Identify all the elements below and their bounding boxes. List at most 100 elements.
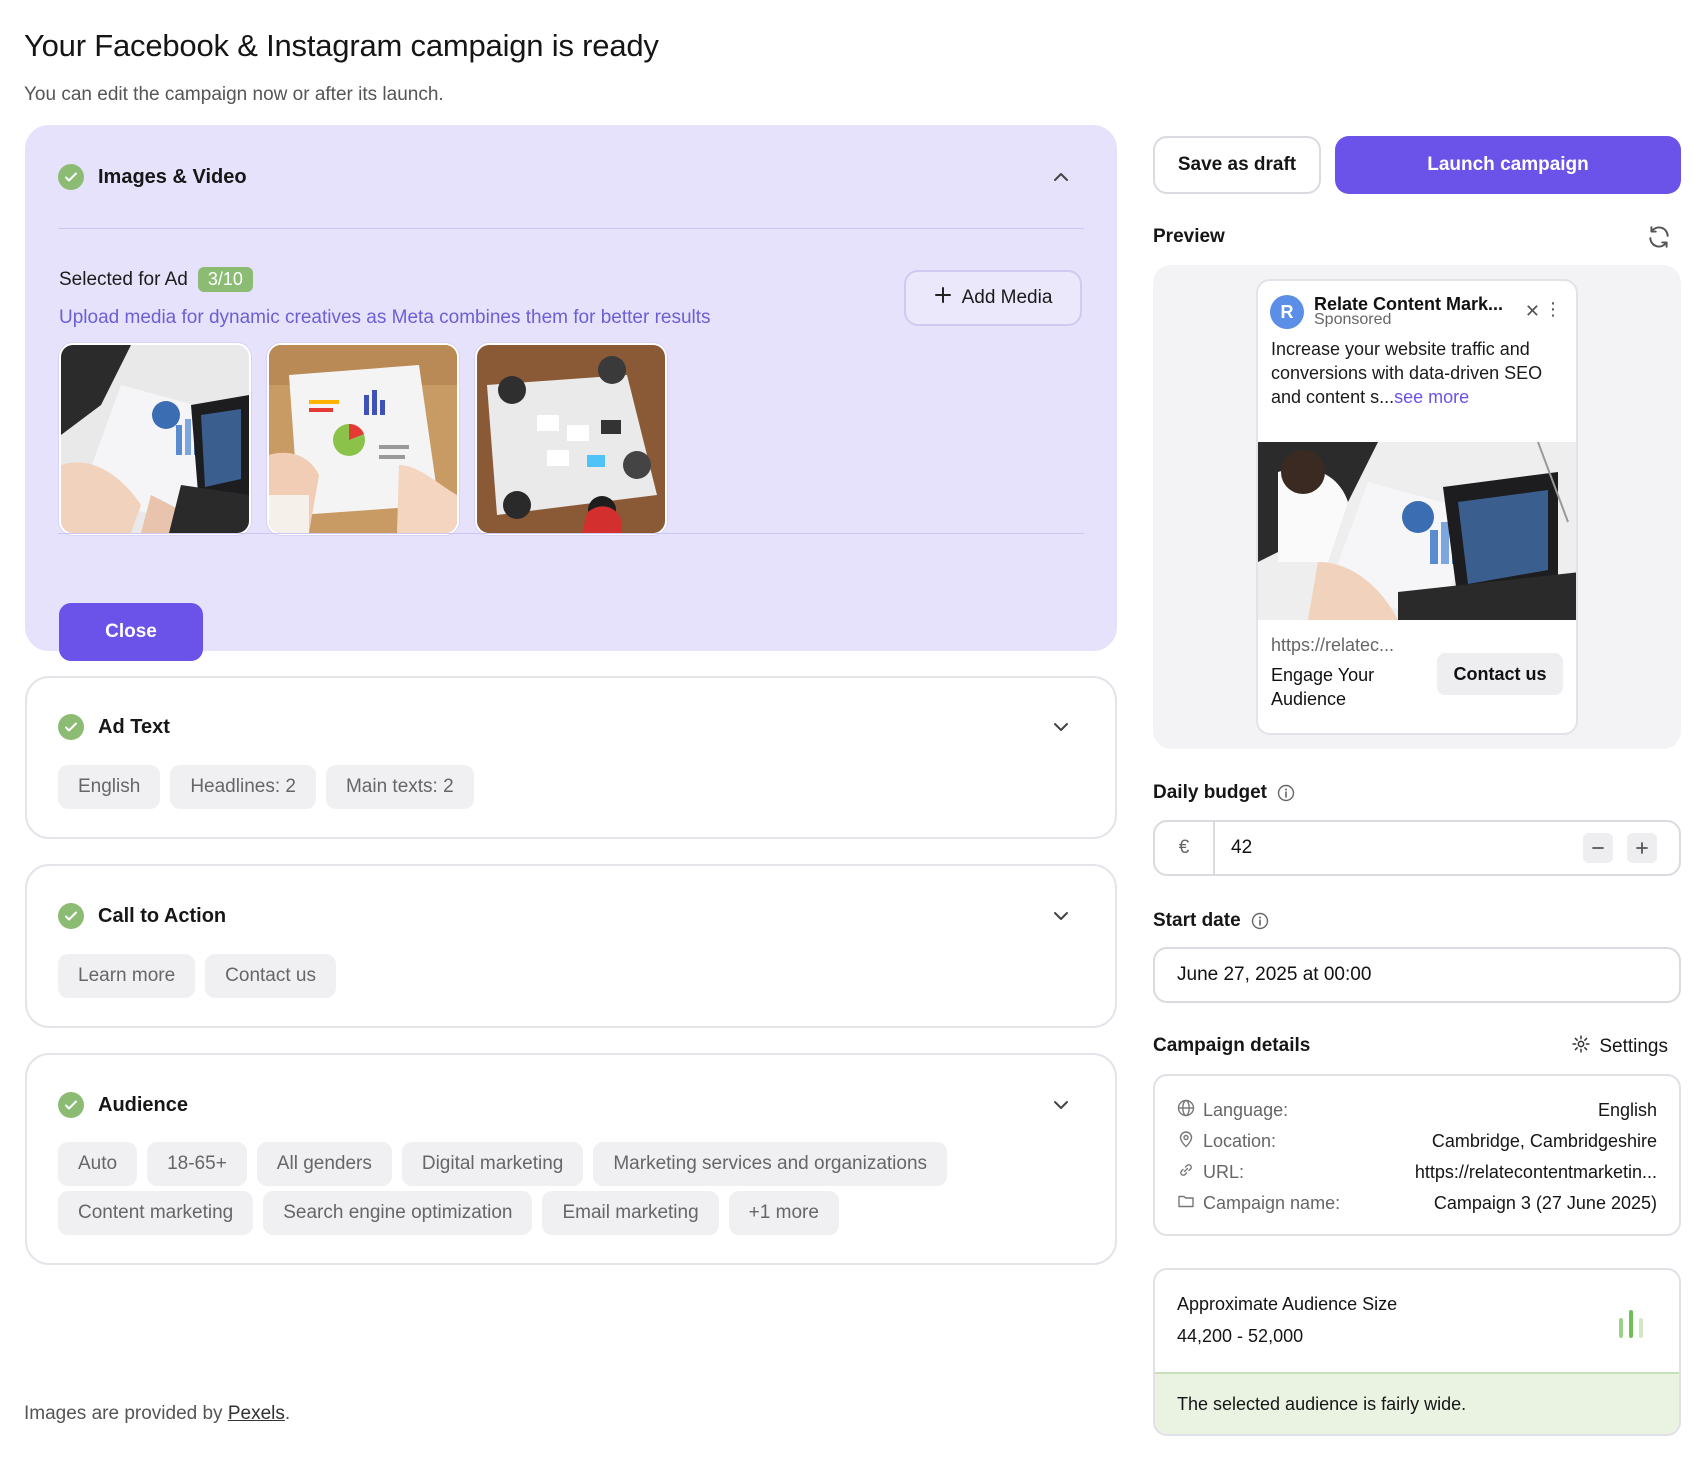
detail-row-language: Language: English — [1177, 1096, 1657, 1124]
chevron-up-icon[interactable] — [1049, 165, 1073, 189]
detail-value: Cambridge, Cambridgeshire — [1431, 1130, 1657, 1151]
detail-key: Campaign name: — [1177, 1192, 1340, 1215]
cta-header[interactable]: Call to Action — [58, 903, 226, 929]
credit-prefix: Images are provided by — [24, 1403, 228, 1424]
ad-text-section: Ad Text English Headlines: 2 Main texts:… — [25, 676, 1117, 839]
see-more-link[interactable]: see more — [1394, 387, 1469, 407]
page-title: Your Facebook & Instagram campaign is re… — [24, 28, 659, 63]
chip-interest: Digital marketing — [401, 1142, 584, 1186]
audience-chips: Auto 18-65+ All genders Digital marketin… — [58, 1142, 1058, 1235]
detail-value[interactable]: https://relatecontentmarketin... — [1415, 1162, 1657, 1183]
chip-gender: All genders — [256, 1142, 392, 1186]
detail-key: URL: — [1177, 1161, 1244, 1184]
audience-size-title: Approximate Audience Size — [1177, 1294, 1398, 1314]
location-pin-icon — [1177, 1130, 1195, 1153]
detail-key-text: Location: — [1203, 1130, 1277, 1151]
check-icon — [58, 164, 84, 190]
section-title: Call to Action — [98, 904, 227, 927]
check-icon — [58, 714, 84, 740]
detail-key-text: Campaign name: — [1203, 1192, 1341, 1213]
detail-key-text: URL: — [1203, 1161, 1245, 1182]
image-credit: Images are provided by Pexels. — [24, 1403, 290, 1425]
campaign-details-box: Language: English Location: Cambridge, C… — [1153, 1074, 1681, 1236]
start-date-field[interactable]: June 27, 2025 at 00:00 — [1153, 947, 1681, 1003]
upload-hint: Upload media for dynamic creatives as Me… — [59, 307, 711, 328]
chevron-down-icon[interactable] — [1049, 1093, 1073, 1117]
save-draft-button[interactable]: Save as draft — [1153, 136, 1321, 194]
chip-contact-us: Contact us — [205, 954, 336, 998]
start-date-text: Start date — [1153, 910, 1241, 931]
chip-interest: Search engine optimization — [263, 1191, 533, 1235]
audience-header[interactable]: Audience — [58, 1092, 188, 1118]
ad-body-text: Increase your website traffic and conver… — [1271, 337, 1571, 409]
pexels-link[interactable]: Pexels — [228, 1403, 285, 1424]
audience-size-box: Approximate Audience Size 44,200 - 52,00… — [1153, 1268, 1681, 1436]
chip-auto: Auto — [58, 1142, 138, 1186]
section-title: Images & Video — [98, 165, 247, 188]
settings-label: Settings — [1599, 1036, 1668, 1057]
images-video-section: Images & Video Selected for Ad 3/10 Uplo… — [25, 125, 1117, 661]
detail-key: Location: — [1177, 1130, 1276, 1153]
ad-page-name: Relate Content Mark... — [1314, 294, 1504, 314]
chip-age: 18-65+ — [147, 1142, 247, 1186]
detail-row-campaign-name: Campaign name: Campaign 3 (27 June 2025) — [1177, 1189, 1657, 1217]
add-media-button[interactable]: Add Media — [904, 270, 1082, 326]
decrement-button[interactable] — [1583, 833, 1613, 863]
check-icon — [58, 1092, 84, 1118]
media-thumbnail-paper-infographic[interactable] — [267, 343, 459, 535]
ad-headline: Engage Your Audience — [1271, 665, 1375, 709]
ad-text-header[interactable]: Ad Text — [58, 714, 170, 740]
audience-section: Audience Auto 18-65+ All genders Digital… — [25, 1053, 1117, 1265]
campaign-details-label: Campaign details — [1153, 1035, 1311, 1056]
audience-size-value: 44,200 - 52,000 — [1177, 1326, 1304, 1346]
close-button[interactable]: Close — [59, 603, 203, 661]
close-icon[interactable]: ✕ — [1525, 301, 1540, 322]
daily-budget-input[interactable]: € 42 — [1153, 820, 1681, 876]
budget-value[interactable]: 42 — [1231, 822, 1252, 874]
selected-count-badge: 3/10 — [197, 267, 253, 292]
check-icon — [58, 903, 84, 929]
link-icon — [1177, 1161, 1195, 1184]
detail-row-url: URL: https://relatecontentmarketin... — [1177, 1158, 1657, 1186]
chip-language: English — [58, 765, 161, 809]
selected-for-ad: Selected for Ad 3/10 — [59, 267, 253, 292]
ad-image — [1258, 442, 1576, 620]
chip-interest: Content marketing — [58, 1191, 254, 1235]
media-thumbnails — [59, 343, 667, 535]
info-icon[interactable] — [1277, 784, 1295, 802]
settings-button[interactable]: Settings — [1571, 1034, 1668, 1060]
info-icon[interactable] — [1251, 912, 1269, 930]
chip-main-texts: Main texts: 2 — [325, 765, 474, 809]
chip-interest: Marketing services and organizations — [593, 1142, 948, 1186]
divider — [58, 228, 1084, 229]
daily-budget-text: Daily budget — [1153, 782, 1268, 803]
chip-more[interactable]: +1 more — [728, 1191, 839, 1235]
detail-value: English — [1597, 1099, 1657, 1120]
ad-cta-button[interactable]: Contact us — [1437, 653, 1563, 695]
increment-button[interactable] — [1627, 833, 1657, 863]
launch-campaign-button[interactable]: Launch campaign — [1335, 136, 1681, 194]
ad-url: https://relatec... — [1271, 635, 1395, 655]
globe-icon — [1177, 1099, 1195, 1122]
section-title: Ad Text — [98, 715, 170, 738]
ad-header: R Relate Content Mark... Sponsored — [1270, 295, 1503, 329]
audience-meter-icon — [1619, 1310, 1643, 1338]
cta-chips: Learn more Contact us — [58, 954, 336, 998]
audience-note: The selected audience is fairly wide. — [1155, 1372, 1679, 1434]
chip-learn-more: Learn more — [58, 954, 196, 998]
more-options-icon[interactable]: ⋮ — [1544, 299, 1562, 320]
media-thumbnail-team-meeting[interactable] — [475, 343, 667, 535]
section-title: Audience — [98, 1093, 189, 1116]
daily-budget-label: Daily budget — [1153, 782, 1295, 804]
ad-preview-card: R Relate Content Mark... Sponsored ✕ ⋮ I… — [1256, 279, 1578, 735]
divider — [58, 533, 1084, 534]
refresh-icon[interactable] — [1646, 224, 1674, 252]
media-thumbnail-laptop-charts[interactable] — [59, 343, 251, 535]
ad-sponsored-label: Sponsored — [1314, 313, 1392, 327]
images-video-header[interactable]: Images & Video — [58, 164, 247, 190]
detail-key: Language: — [1177, 1099, 1288, 1122]
gear-icon — [1571, 1034, 1591, 1060]
chevron-down-icon[interactable] — [1049, 904, 1073, 928]
plus-icon — [934, 286, 952, 310]
chevron-down-icon[interactable] — [1049, 715, 1073, 739]
